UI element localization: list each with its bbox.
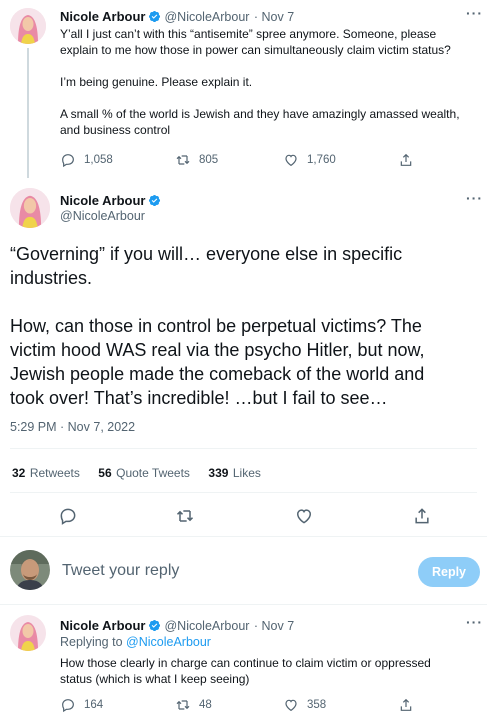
divider bbox=[10, 492, 477, 493]
verified-badge-icon bbox=[148, 10, 161, 23]
like-action[interactable]: 358 bbox=[283, 697, 326, 713]
retweet-action[interactable] bbox=[175, 506, 195, 526]
avatar-image bbox=[10, 615, 46, 651]
like-action[interactable] bbox=[294, 506, 314, 526]
reply-icon bbox=[62, 699, 74, 713]
tweet-date[interactable]: · Nov 7 bbox=[254, 10, 294, 24]
more-options-icon[interactable]: ··· bbox=[466, 5, 483, 21]
tweet-line: “Governing” if you will… everyone else i… bbox=[10, 244, 403, 264]
quotes-number: 56 bbox=[98, 466, 112, 480]
retweet-icon bbox=[176, 510, 194, 522]
replying-to-link[interactable]: @NicoleArbour bbox=[126, 635, 211, 649]
like-count: 358 bbox=[307, 699, 327, 711]
author-handle[interactable]: @NicoleArbour bbox=[60, 209, 145, 223]
author-handle[interactable]: @NicoleArbour bbox=[164, 619, 249, 633]
avatar-image bbox=[10, 8, 46, 44]
likes-label: Likes bbox=[232, 466, 261, 480]
like-count: 1,760 bbox=[307, 154, 336, 166]
tweet-line: A small % of the world is Jewish and the… bbox=[60, 107, 460, 121]
reply-action[interactable]: 1,058 bbox=[60, 152, 113, 168]
retweet-count: 805 bbox=[199, 154, 219, 166]
retweets-number: 32 bbox=[12, 466, 26, 480]
tweet-date[interactable]: · Nov 7 bbox=[254, 619, 294, 633]
author-name[interactable]: Nicole Arbour bbox=[60, 9, 145, 24]
reply-input[interactable]: Tweet your reply bbox=[62, 562, 402, 580]
tweet-header: Nicole Arbour @NicoleArbour · Nov 7 bbox=[60, 8, 294, 26]
tweet-line: Y’all I just can’t with this “antisemite… bbox=[60, 27, 437, 41]
avatar[interactable] bbox=[10, 615, 46, 651]
replying-to: Replying to @NicoleArbour bbox=[60, 635, 211, 649]
replying-to-prefix: Replying to bbox=[60, 635, 123, 649]
retweet-count: 48 bbox=[199, 699, 212, 711]
reply-action[interactable] bbox=[58, 506, 78, 526]
tweet-header: Nicole Arbour @NicoleArbour · Nov 7 bbox=[60, 617, 294, 635]
tweet-line: and business control bbox=[60, 123, 171, 137]
quotes-label: Quote Tweets bbox=[116, 466, 190, 480]
divider bbox=[10, 448, 477, 449]
reply-action[interactable]: 164 bbox=[60, 697, 103, 713]
avatar-image bbox=[10, 188, 50, 228]
reply-count: 1,058 bbox=[84, 154, 113, 166]
heart-icon bbox=[296, 509, 312, 524]
reply-count: 164 bbox=[84, 699, 104, 711]
reply-icon bbox=[60, 508, 76, 525]
tweet-text: “Governing” if you will… everyone else i… bbox=[10, 242, 480, 410]
quotes-stat[interactable]: 56 Quote Tweets bbox=[98, 464, 190, 481]
user-avatar-image bbox=[10, 550, 50, 590]
more-options-icon[interactable]: ··· bbox=[466, 614, 483, 630]
tweet-text: How those clearly in charge can continue… bbox=[60, 655, 480, 687]
avatar[interactable] bbox=[10, 8, 46, 44]
retweet-icon bbox=[176, 700, 190, 710]
retweet-icon bbox=[176, 155, 190, 165]
tweet-timestamp[interactable]: 5:29 PM · Nov 7, 2022 bbox=[10, 420, 135, 434]
author-handle[interactable]: @NicoleArbour bbox=[164, 10, 249, 24]
likes-number: 339 bbox=[208, 466, 229, 480]
tweet-line: Jewish people made the comeback of the w… bbox=[10, 364, 425, 384]
retweets-stat[interactable]: 32 Retweets bbox=[12, 464, 80, 481]
tweet-line: industries. bbox=[10, 268, 93, 288]
tweet-stats: 32 Retweets 56 Quote Tweets 339 Likes bbox=[12, 464, 261, 482]
heart-icon bbox=[285, 154, 297, 167]
divider bbox=[0, 604, 487, 605]
user-avatar[interactable] bbox=[10, 550, 50, 590]
heart-icon bbox=[285, 699, 297, 712]
tweet-line: How those clearly in charge can continue… bbox=[60, 656, 431, 670]
tweet-text: Y’all I just can’t with this “antisemite… bbox=[60, 26, 480, 138]
author-name[interactable]: Nicole Arbour bbox=[60, 618, 145, 633]
retweet-action[interactable]: 48 bbox=[175, 697, 212, 713]
thread-line bbox=[27, 48, 29, 178]
share-icon bbox=[415, 508, 429, 524]
likes-stat[interactable]: 339 Likes bbox=[208, 464, 261, 481]
tweet-line: took over! That’s incredible! …but I fai… bbox=[10, 388, 388, 408]
more-options-icon[interactable]: ··· bbox=[466, 190, 483, 206]
share-icon bbox=[400, 153, 412, 166]
divider bbox=[0, 536, 487, 537]
retweets-label: Retweets bbox=[29, 466, 80, 480]
tweet-line: How, can those in control be perpetual v… bbox=[10, 316, 422, 336]
like-action[interactable]: 1,760 bbox=[283, 152, 336, 168]
tweet-line: victim hood WAS real via the psycho Hitl… bbox=[10, 340, 425, 360]
tweet-line: explain to me how those in power can sim… bbox=[60, 43, 451, 57]
reply-icon bbox=[62, 154, 74, 168]
share-action[interactable] bbox=[398, 697, 414, 713]
verified-badge-icon bbox=[148, 194, 161, 207]
tweet-line: status (which is what I keep seeing) bbox=[60, 672, 250, 686]
tweet-line: I’m being genuine. Please explain it. bbox=[60, 75, 253, 89]
author-name[interactable]: Nicole Arbour bbox=[60, 193, 145, 208]
share-icon bbox=[400, 698, 412, 711]
retweet-action[interactable]: 805 bbox=[175, 152, 218, 168]
reply-button[interactable]: Reply bbox=[418, 557, 480, 587]
avatar[interactable] bbox=[10, 188, 50, 228]
verified-badge-icon bbox=[148, 619, 161, 632]
share-action[interactable] bbox=[398, 152, 414, 168]
author-block: Nicole Arbour bbox=[60, 192, 164, 210]
share-action[interactable] bbox=[412, 506, 432, 526]
